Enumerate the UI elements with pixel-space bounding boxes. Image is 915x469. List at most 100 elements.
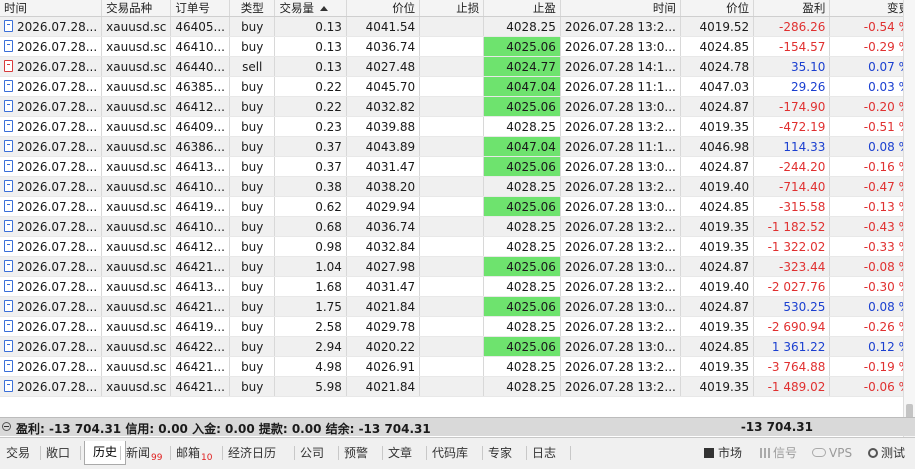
cell-close-price: 4019.35 — [680, 236, 755, 257]
cell-change: 0.08 % — [829, 136, 915, 157]
table-row[interactable]: 2026.07.28... xauusd.sc 46422... buy 2.94 402… — [0, 336, 915, 357]
cell-close-time: 2026.07.28 11:1... — [560, 136, 681, 157]
tab-3[interactable]: 新闻99 — [124, 443, 164, 463]
table-row[interactable]: 2026.07.28... xauusd.sc 46421... buy 1.75 402… — [0, 296, 915, 317]
cell-sl — [419, 236, 485, 257]
vps-button[interactable]: VPS — [812, 443, 852, 463]
cell-sl — [419, 336, 485, 357]
summary-bar: 盈利: -13 704.31 信用: 0.00 入金: 0.00 提款: 0.0… — [0, 417, 915, 436]
tab-separator — [570, 446, 571, 460]
cell-close-price: 4024.87 — [680, 256, 755, 277]
cell-time-text: 2026.07.28... — [17, 220, 98, 234]
cell-close-time: 2026.07.28 13:2... — [560, 216, 681, 237]
cell-price: 4021.84 — [346, 296, 421, 317]
cell-profit: -286.26 — [753, 16, 831, 37]
cell-change: 0.08 % — [829, 296, 915, 317]
table-row[interactable]: 2026.07.28... xauusd.sc 46405... buy 0.13 404… — [0, 16, 915, 37]
table-row[interactable]: 2026.07.28... xauusd.sc 46412... buy 0.98 403… — [0, 236, 915, 257]
cell-change: -0.06 % — [829, 376, 915, 397]
table-row[interactable]: 2026.07.28... xauusd.sc 46410... buy 0.13 403… — [0, 36, 915, 57]
col-header-sl[interactable]: 止损 — [419, 0, 485, 17]
cell-volume: 0.37 — [274, 136, 347, 157]
cell-price: 4029.78 — [346, 316, 421, 337]
cell-time-text: 2026.07.28... — [17, 360, 98, 374]
table-row[interactable]: 2026.07.28... xauusd.sc 46410... buy 0.38 403… — [0, 176, 915, 197]
tab-0[interactable]: 交易 — [4, 443, 32, 463]
cell-sl — [419, 256, 485, 277]
cell-sl — [419, 156, 485, 177]
col-header-type[interactable]: 类型 — [229, 0, 276, 17]
tab-7[interactable]: 预警 — [342, 443, 370, 463]
table-row[interactable]: 2026.07.28... xauusd.sc 46413... buy 0.37 403… — [0, 156, 915, 177]
tab-badge: 10 — [201, 453, 213, 463]
tab-1[interactable]: 敞口 — [44, 443, 72, 463]
table-row[interactable]: 2026.07.28... xauusd.sc 46385... buy 0.22 404… — [0, 76, 915, 97]
col-header-symbol[interactable]: 交易品种 — [101, 0, 172, 17]
cell-type: buy — [229, 356, 276, 377]
cell-tp: 4025.06 — [483, 196, 561, 217]
cell-symbol: xauusd.sc — [101, 36, 172, 57]
tab-8[interactable]: 文章 — [386, 443, 414, 463]
tab-5[interactable]: 经济日历 — [226, 443, 278, 463]
cell-sl — [419, 56, 485, 77]
signals-button[interactable]: 信号 — [760, 443, 797, 463]
collapse-icon[interactable] — [2, 422, 11, 431]
col-header-close-price[interactable]: 价位 — [680, 0, 755, 17]
table-row[interactable]: 2026.07.28... xauusd.sc 46421... buy 4.98 402… — [0, 356, 915, 377]
history-table: 时间 交易品种 订单号 类型 交易量 价位 止损 止盈 时间 价位 盈利 变更 … — [0, 0, 915, 397]
cell-time-text: 2026.07.28... — [17, 120, 98, 134]
cell-close-price: 4019.40 — [680, 176, 755, 197]
cell-type: buy — [229, 216, 276, 237]
table-row[interactable]: 2026.07.28... xauusd.sc 46410... buy 0.68 403… — [0, 216, 915, 237]
cell-volume: 0.22 — [274, 76, 347, 97]
market-button[interactable]: 市场 — [704, 443, 742, 463]
cell-order: 46413... — [170, 156, 230, 177]
tab-10[interactable]: 专家 — [486, 443, 514, 463]
tester-button[interactable]: 测试 — [868, 443, 905, 463]
cell-tp: 4028.25 — [483, 176, 561, 197]
table-row[interactable]: 2026.07.28... xauusd.sc 46440... sell 0.13 40… — [0, 56, 915, 77]
cell-close-time: 2026.07.28 13:0... — [560, 156, 681, 177]
col-header-tp[interactable]: 止盈 — [483, 0, 561, 17]
table-row[interactable]: 2026.07.28... xauusd.sc 46409... buy 0.23 403… — [0, 116, 915, 137]
cell-price: 4029.94 — [346, 196, 421, 217]
col-header-time[interactable]: 时间 — [0, 0, 103, 17]
table-row[interactable]: 2026.07.28... xauusd.sc 46421... buy 1.04 402… — [0, 256, 915, 277]
col-header-profit[interactable]: 盈利 — [753, 0, 831, 17]
cloud-icon — [812, 448, 826, 457]
cell-close-time: 2026.07.28 13:0... — [560, 336, 681, 357]
table-row[interactable]: 2026.07.28... xauusd.sc 46386... buy 0.37 404… — [0, 136, 915, 157]
tab-11[interactable]: 日志 — [530, 443, 558, 463]
cell-time-text: 2026.07.28... — [17, 160, 98, 174]
cell-close-price: 4024.87 — [680, 296, 755, 317]
col-header-price[interactable]: 价位 — [346, 0, 421, 17]
cell-symbol: xauusd.sc — [101, 376, 172, 397]
cell-time: 2026.07.28... — [0, 56, 103, 77]
tab-9[interactable]: 代码库 — [430, 443, 470, 463]
table-row[interactable]: 2026.07.28... xauusd.sc 46421... buy 5.98 402… — [0, 376, 915, 397]
cell-profit: 1 361.22 — [753, 336, 831, 357]
table-row[interactable]: 2026.07.28... xauusd.sc 46412... buy 0.22 403… — [0, 96, 915, 117]
cell-time-text: 2026.07.28... — [17, 60, 98, 74]
table-row[interactable]: 2026.07.28... xauusd.sc 46419... buy 0.62 402… — [0, 196, 915, 217]
tab-6[interactable]: 公司 — [298, 443, 326, 463]
cell-sl — [419, 136, 485, 157]
table-row[interactable]: 2026.07.28... xauusd.sc 46419... buy 2.58 402… — [0, 316, 915, 337]
cell-time-text: 2026.07.28... — [17, 240, 98, 254]
col-header-close-time[interactable]: 时间 — [560, 0, 681, 17]
tab-separator — [426, 446, 427, 460]
table-row[interactable]: 2026.07.28... xauusd.sc 46413... buy 1.68 403… — [0, 276, 915, 297]
signals-icon — [760, 448, 770, 458]
cell-type: buy — [229, 176, 276, 197]
cell-close-time: 2026.07.28 13:2... — [560, 376, 681, 397]
cell-profit: -154.57 — [753, 36, 831, 57]
tab-4[interactable]: 邮箱10 — [174, 443, 214, 463]
col-header-change[interactable]: 变更 — [829, 0, 915, 17]
vertical-scrollbar[interactable] — [903, 0, 915, 437]
history-panel: 时间 交易品种 订单号 类型 交易量 价位 止损 止盈 时间 价位 盈利 变更 … — [0, 0, 915, 469]
col-header-order[interactable]: 订单号 — [170, 0, 230, 17]
cell-time: 2026.07.28... — [0, 96, 103, 117]
cell-order: 46421... — [170, 376, 230, 397]
cell-symbol: xauusd.sc — [101, 76, 172, 97]
col-header-volume[interactable]: 交易量 — [274, 0, 347, 17]
